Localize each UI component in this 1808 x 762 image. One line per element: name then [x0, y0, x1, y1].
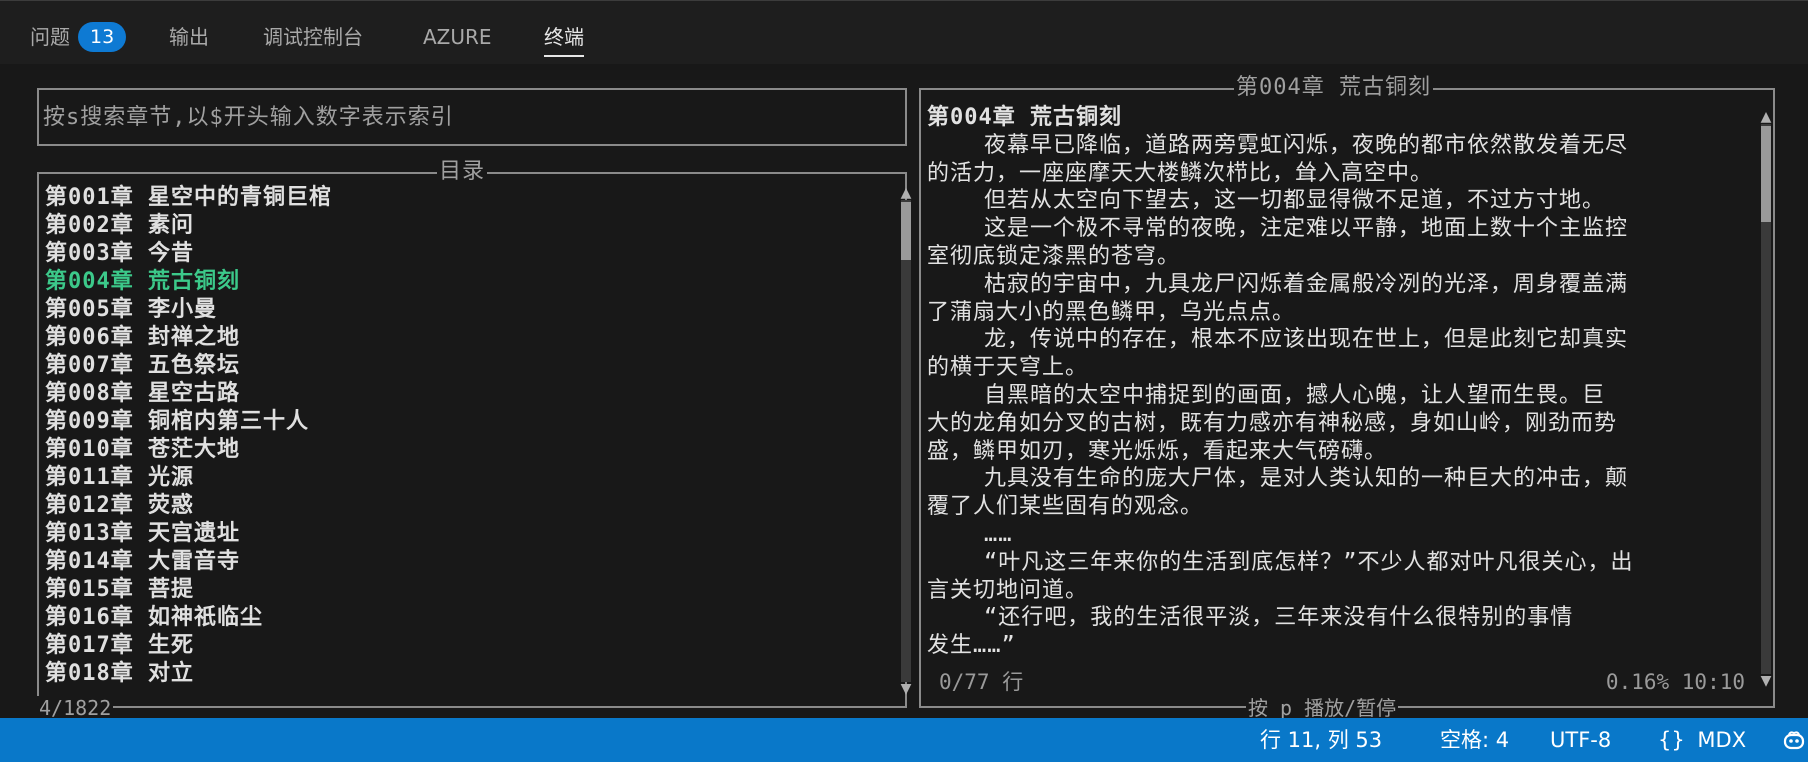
scroll-up-icon[interactable]: ▲	[899, 186, 913, 200]
copilot-icon[interactable]	[1782, 728, 1806, 752]
text-line: 覆了人们某些固有的观念。	[927, 494, 1204, 520]
text-line: 枯寂的宇宙中，九具龙尸闪烁着金属般冷冽的光泽，周身覆盖满	[927, 271, 1628, 297]
search-input[interactable]	[43, 96, 893, 138]
chapter-text: 第004章 荒古铜刻 夜幕早已降临，道路两旁霓虹闪烁，夜晚的都市依然散发着无尽的…	[927, 104, 1745, 660]
language-label: MDX	[1697, 728, 1747, 752]
chapter-item[interactable]: 第014章 大雷音寺	[45, 548, 885, 576]
indentation[interactable]: 空格: 4	[1440, 718, 1509, 762]
cursor-position[interactable]: 行 11, 列 53	[1260, 718, 1382, 762]
tab-label: 调试控制台	[263, 25, 363, 49]
scroll-thumb[interactable]	[1761, 126, 1771, 222]
text-line: 室彻底锁定漆黑的苍穹。	[927, 243, 1181, 269]
tab-label: 问题	[30, 25, 70, 49]
reader-status: 0/77 行 0.16% 10:10	[929, 668, 1745, 696]
play-pause-hint: 按 p 播放/暂停	[1246, 696, 1399, 720]
text-line: 九具没有生命的庞大尸体，是对人类认知的一种巨大的冲击，颠	[927, 466, 1628, 492]
text-line: “叶凡这三年来你的生活到底怎样？”不少人都对叶凡很关心，出	[927, 549, 1634, 575]
encoding[interactable]: UTF-8	[1550, 718, 1611, 762]
toc-position: 4/1822	[37, 696, 114, 720]
chapter-item[interactable]: 第016章 如神祇临尘	[45, 604, 885, 632]
tab-label: AZURE	[423, 25, 492, 49]
panel-tab-bar: 问题 13 输出 调试控制台 AZURE 终端	[0, 0, 1808, 64]
chapter-item[interactable]: 第003章 今昔	[45, 240, 885, 268]
text-line: 自黑暗的太空中捕捉到的画面，撼人心魄，让人望而生畏。巨	[927, 382, 1605, 408]
tab-terminal[interactable]: 终端	[544, 21, 584, 57]
text-line: ……	[927, 521, 1013, 547]
chapter-item[interactable]: 第002章 素问	[45, 212, 885, 240]
tab-label: 输出	[169, 25, 209, 49]
tab-label: 终端	[544, 25, 584, 49]
reader-panel: 第004章 荒古铜刻 第004章 荒古铜刻 夜幕早已降临，道路两旁霓虹闪烁，夜晚…	[919, 75, 1775, 720]
text-line: 发生……”	[927, 633, 1016, 659]
text-line: 但若从太空向下望去，这一切都显得微不足道，不过方寸地。	[927, 188, 1605, 214]
chapter-item[interactable]: 第001章 星空中的青铜巨棺	[45, 184, 885, 212]
text-line: 这是一个极不寻常的夜晚，注定难以平静，地面上数十个主监控	[927, 216, 1628, 242]
chapter-heading: 第004章 荒古铜刻	[927, 105, 1122, 130]
text-line: 大的龙角如分叉的古树，既有力感亦有神秘感，身如山岭，刚劲而势	[927, 410, 1618, 436]
text-line: 言关切地问道。	[927, 577, 1089, 603]
language-mode[interactable]: {} MDX	[1658, 718, 1746, 762]
chapter-item[interactable]: 第018章 对立	[45, 660, 885, 688]
tab-output[interactable]: 输出	[169, 21, 209, 57]
chapter-item[interactable]: 第009章 铜棺内第三十人	[45, 408, 885, 436]
chapter-item[interactable]: 第008章 星空古路	[45, 380, 885, 408]
toc-title: 目录	[437, 159, 488, 185]
tab-debug-console[interactable]: 调试控制台	[263, 21, 363, 57]
text-line: 了蒲扇大小的黑色鳞甲，乌光点点。	[927, 299, 1296, 325]
tab-azure[interactable]: AZURE	[423, 21, 492, 57]
chapter-item[interactable]: 第010章 苍茫大地	[45, 436, 885, 464]
chapter-item[interactable]: 第011章 光源	[45, 464, 885, 492]
reader-title: 第004章 荒古铜刻	[1234, 75, 1433, 101]
scroll-track[interactable]	[901, 200, 911, 682]
percent-and-clock: 0.16% 10:10	[1605, 670, 1745, 694]
text-line: 的横于天穹上。	[927, 355, 1089, 381]
search-box	[37, 88, 907, 146]
line-progress: 0/77 行	[939, 670, 1024, 694]
toc-scrollbar[interactable]: ▲ ▼	[899, 186, 913, 696]
scroll-up-icon[interactable]: ▲	[1759, 110, 1773, 124]
chapter-item[interactable]: 第006章 封禅之地	[45, 324, 885, 352]
chapter-item[interactable]: 第017章 生死	[45, 632, 885, 660]
text-line: “还行吧，我的生活很平淡，三年来没有什么很特别的事情	[927, 605, 1574, 631]
status-bar: 行 11, 列 53 空格: 4 UTF-8 {} MDX	[0, 718, 1808, 762]
chapter-list: 第001章 星空中的青铜巨棺 第002章 素问 第003章 今昔 第004章 荒古铜刻…	[45, 184, 885, 688]
chapter-item[interactable]: 第004章 荒古铜刻	[45, 268, 885, 296]
chapter-item[interactable]: 第015章 菩提	[45, 576, 885, 604]
scroll-thumb[interactable]	[901, 202, 911, 260]
problems-count-badge: 13	[78, 22, 127, 52]
chapter-item[interactable]: 第012章 荧惑	[45, 492, 885, 520]
scroll-down-icon[interactable]: ▼	[899, 682, 913, 696]
text-line: 夜幕早已降临，道路两旁霓虹闪烁，夜晚的都市依然散发着无尽	[927, 132, 1628, 158]
chapter-item[interactable]: 第013章 天宫遗址	[45, 520, 885, 548]
chapter-item[interactable]: 第005章 李小曼	[45, 296, 885, 324]
reader-scrollbar[interactable]: ▲ ▼	[1759, 110, 1773, 688]
text-line: 龙，传说中的存在，根本不应该出现在世上，但是此刻它却真实	[927, 327, 1628, 353]
table-of-contents: 目录 第001章 星空中的青铜巨棺 第002章 素问 第003章 今昔 第004章 荒…	[37, 159, 911, 720]
chapter-item[interactable]: 第007章 五色祭坛	[45, 352, 885, 380]
braces-icon: {}	[1658, 728, 1685, 752]
text-line: 的活力，一座座摩天大楼鳞次栉比，耸入高空中。	[927, 160, 1434, 186]
text-line: 盛，鳞甲如刃，寒光烁烁，看起来大气磅礴。	[927, 438, 1388, 464]
tab-problems[interactable]: 问题 13	[30, 21, 127, 57]
scroll-down-icon[interactable]: ▼	[1759, 674, 1773, 688]
terminal-area[interactable]: 目录 第001章 星空中的青铜巨棺第002章 素问第003章 今昔第004章 荒…	[0, 64, 1808, 720]
